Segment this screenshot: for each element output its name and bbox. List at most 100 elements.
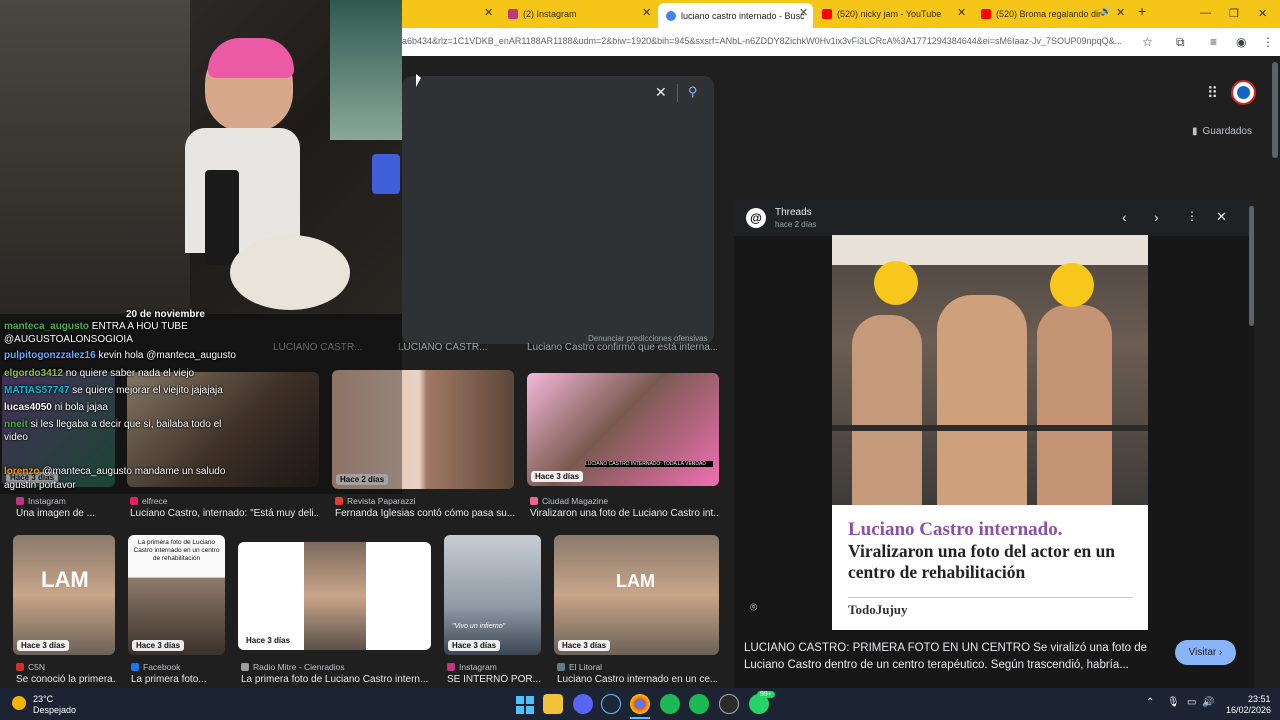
avatar[interactable] bbox=[1231, 80, 1256, 105]
saved-link[interactable]: ▮ Guardados bbox=[1192, 126, 1252, 137]
source-label: elfrece bbox=[142, 496, 168, 506]
result-thumbnail[interactable]: LUCIANO CASTRO INTERNADO: TODA LA VERDAD… bbox=[527, 373, 719, 486]
network-icon[interactable]: ▭ bbox=[1187, 697, 1196, 708]
new-tab-icon[interactable]: + bbox=[1138, 3, 1146, 19]
youtube-icon bbox=[981, 9, 991, 19]
volume-icon[interactable]: 🔊 bbox=[1202, 697, 1214, 708]
url-field[interactable]: a6b434&rlz=1C1VDKB_enAR1188AR1188&udm=2&… bbox=[402, 36, 1132, 46]
more-options-icon[interactable]: ⋮ bbox=[1186, 209, 1198, 223]
bookmark-star-icon[interactable]: ☆ bbox=[1142, 35, 1153, 49]
restore-icon[interactable]: ❐ bbox=[1229, 7, 1239, 20]
visit-button[interactable]: Visitar › bbox=[1175, 640, 1236, 665]
minimize-icon[interactable]: — bbox=[1200, 7, 1211, 19]
result-caption[interactable]: Fernanda Iglesias contó cómo pasa su... bbox=[335, 508, 515, 519]
menu-lines-icon[interactable]: ≡ bbox=[1210, 35, 1217, 49]
lam-logo-text: LAM bbox=[616, 571, 655, 591]
chat-username: nneit bbox=[4, 419, 28, 430]
chat-line: video bbox=[4, 432, 28, 443]
instagram-icon bbox=[447, 663, 455, 671]
page-scrollbar[interactable] bbox=[1272, 62, 1278, 158]
browser-tab-google-active[interactable]: luciano castro internado - Busc bbox=[658, 3, 813, 28]
person-left bbox=[852, 315, 922, 505]
result-caption[interactable]: Se conoció la primera... bbox=[16, 674, 116, 685]
result-thumbnail[interactable]: LAM Hace 3 días bbox=[13, 535, 115, 655]
lens-icon[interactable]: ⌾ bbox=[750, 600, 757, 615]
time-badge: Hace 3 días bbox=[448, 640, 501, 651]
browser-tab-youtube[interactable]: (520) nicky jam - YouTube bbox=[822, 4, 952, 24]
result-caption[interactable]: Luciano Castro confirmó que está interna… bbox=[527, 342, 717, 353]
elfrece-icon bbox=[130, 497, 138, 505]
browser-tab-youtube-2[interactable]: (520) Broma regalando dine bbox=[981, 4, 1101, 24]
tab-close-icon[interactable]: ✕ bbox=[799, 6, 808, 19]
result-caption[interactable]: La primera foto... bbox=[131, 674, 223, 685]
chat-line: @AUGUSTOALONSOGIOIA bbox=[4, 334, 133, 345]
spotify-icon[interactable] bbox=[689, 694, 709, 714]
plate bbox=[230, 235, 350, 310]
search-icon[interactable]: ⚲ bbox=[688, 84, 698, 100]
result-caption[interactable]: Viralizaron una foto de Luciano Castro i… bbox=[530, 508, 720, 519]
extensions-icon[interactable]: ⧉ bbox=[1176, 35, 1185, 50]
spotify-icon[interactable] bbox=[660, 694, 680, 714]
result-caption[interactable]: Una imagen de ... bbox=[16, 508, 116, 519]
result-thumbnail[interactable]: LAM Hace 3 días bbox=[554, 535, 719, 655]
result-thumbnail[interactable]: La primera foto de Luciano Castro intern… bbox=[128, 535, 225, 655]
weather-desc[interactable]: Despejado bbox=[33, 705, 76, 715]
tab-close-icon[interactable]: ✕ bbox=[642, 6, 651, 19]
steam-icon[interactable] bbox=[601, 694, 621, 714]
preview-source-name[interactable]: Threads bbox=[775, 207, 812, 218]
clear-search-icon[interactable]: ✕ bbox=[655, 84, 667, 101]
weather-temp[interactable]: 23°C bbox=[33, 694, 53, 704]
tab-close-icon[interactable]: ✕ bbox=[957, 6, 966, 19]
browser-tab[interactable] bbox=[396, 4, 486, 24]
profile-icon[interactable]: ◉ bbox=[1236, 35, 1246, 49]
microphone bbox=[205, 170, 239, 265]
radio-mitre-icon bbox=[241, 663, 249, 671]
clock-date[interactable]: 16/02/2026 bbox=[1226, 705, 1271, 715]
file-explorer-icon[interactable] bbox=[543, 694, 563, 714]
windows-start-icon[interactable] bbox=[514, 694, 534, 714]
result-source: Radio Mitre - Cienradios bbox=[241, 662, 345, 672]
discord-icon[interactable] bbox=[573, 694, 593, 714]
result-source: Instagram bbox=[16, 496, 66, 506]
kebab-menu-icon[interactable]: ⋮ bbox=[1262, 35, 1274, 49]
chat-text: video bbox=[4, 432, 28, 443]
microphone-icon[interactable]: 🎙 bbox=[1167, 697, 1180, 708]
preview-image[interactable] bbox=[832, 235, 1148, 505]
previous-icon[interactable]: ‹ bbox=[1122, 209, 1127, 225]
chat-line: pulpitogonzzalez16 kevin hola @manteca_a… bbox=[4, 350, 236, 361]
result-thumbnail[interactable]: Hace 3 días bbox=[238, 542, 431, 650]
settings-gear-icon[interactable] bbox=[719, 694, 739, 714]
preview-scrollbar[interactable] bbox=[1249, 206, 1254, 326]
close-window-icon[interactable]: ✕ bbox=[1258, 7, 1267, 20]
preview-time: hace 2 días bbox=[775, 220, 817, 229]
preview-caption[interactable]: LUCIANO CASTRO: PRIMERA FOTO EN UN CENTR… bbox=[744, 640, 1164, 674]
chrome-icon[interactable] bbox=[630, 694, 650, 714]
tab-label: (2) Instagram bbox=[523, 9, 577, 19]
result-caption[interactable]: LUCIANO CASTR... bbox=[398, 342, 498, 353]
tab-close-icon[interactable]: ✕ bbox=[1116, 6, 1125, 19]
chat-line: lorenzo @manteca_augusto mandame un salu… bbox=[4, 466, 225, 477]
close-preview-icon[interactable]: ✕ bbox=[1216, 209, 1227, 225]
weather-moon-icon[interactable] bbox=[12, 696, 26, 710]
chat-line: MATIAS57747 se quiere mejorar el viejito… bbox=[4, 385, 223, 396]
result-caption[interactable]: SE INTERNÓ POR... bbox=[447, 674, 542, 685]
result-thumbnail[interactable]: "Vivo un infierno" Hace 3 días bbox=[444, 535, 541, 655]
tab-label: (520) nicky jam - YouTube bbox=[837, 9, 942, 19]
tray-chevron-icon[interactable]: ⌃ bbox=[1146, 697, 1154, 708]
paparazzi-icon bbox=[335, 497, 343, 505]
person-center bbox=[937, 295, 1027, 505]
clock-time[interactable]: 23:51 bbox=[1248, 694, 1271, 704]
result-source: Facebook bbox=[131, 662, 180, 672]
result-caption[interactable]: Luciano Castro internado en un ce... bbox=[557, 674, 717, 685]
facebook-icon bbox=[131, 663, 139, 671]
tab-close-icon[interactable]: ✕ bbox=[484, 6, 493, 19]
result-source: Instagram bbox=[447, 662, 497, 672]
apps-grid-icon[interactable]: ⠿ bbox=[1207, 84, 1218, 102]
saved-label: Guardados bbox=[1202, 126, 1252, 137]
result-caption[interactable]: La primera foto de Luciano Castro intern… bbox=[241, 674, 431, 685]
next-icon[interactable]: › bbox=[1154, 209, 1159, 225]
result-source: Revista Paparazzi bbox=[335, 496, 416, 506]
browser-tab-instagram[interactable]: (2) Instagram bbox=[508, 4, 638, 24]
threads-icon: @ bbox=[746, 208, 766, 228]
result-caption[interactable]: Luciano Castro, internado: "Está muy del… bbox=[130, 508, 318, 519]
